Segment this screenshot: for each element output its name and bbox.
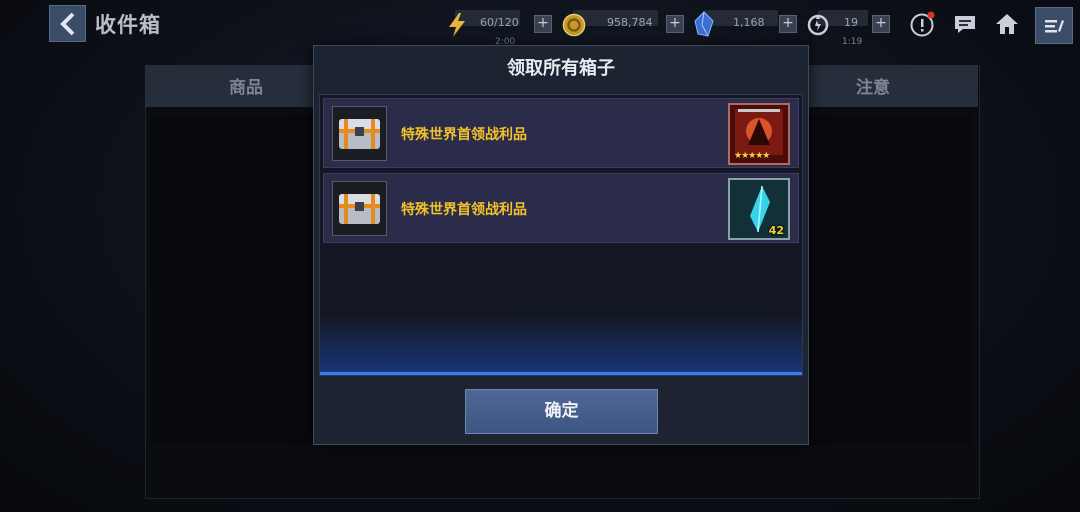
energy-timer: 1:19 [842, 37, 863, 47]
claim-all-dialog: 领取所有箱子 特殊世界首领战利品 ★★★★★ 特殊世界首领战利品 42 确定 [313, 45, 809, 445]
add-gold-button[interactable]: + [666, 15, 684, 33]
column-header-items: 商品 [229, 78, 263, 98]
gold-value: 958,784 [607, 16, 653, 29]
alert-button[interactable] [909, 11, 935, 37]
dialog-title: 领取所有箱子 [507, 58, 615, 79]
confirm-button[interactable]: 确定 [465, 389, 658, 434]
reward-list[interactable]: 特殊世界首领战利品 ★★★★★ 特殊世界首领战利品 42 [319, 94, 803, 376]
add-stamina-button[interactable]: + [534, 15, 552, 33]
home-button[interactable] [994, 11, 1020, 37]
loot-chest-icon [339, 119, 380, 149]
item-name: 特殊世界首领战利品 [401, 202, 527, 218]
crystal-icon [694, 11, 714, 37]
menu-list-icon [1045, 19, 1064, 32]
page-title: 收件箱 [95, 13, 161, 37]
item-icon-frame [332, 181, 387, 236]
reward-slot[interactable]: 42 [728, 178, 790, 240]
item-name: 特殊世界首领战利品 [401, 127, 527, 143]
chat-icon [955, 16, 975, 33]
crystal-value: 1,168 [733, 16, 765, 29]
list-glow [320, 315, 802, 375]
top-bar: 收件箱 60/120 2:00 + 958,784 + 1,168 + 19 1… [0, 0, 1080, 48]
list-divider [320, 372, 802, 375]
loot-chest-icon [339, 194, 380, 224]
back-button[interactable] [49, 5, 86, 42]
list-item[interactable]: 特殊世界首领战利品 ★★★★★ [323, 98, 799, 168]
chat-button[interactable] [952, 11, 978, 37]
column-header-notes: 注意 [856, 78, 890, 98]
energy-value: 19 [844, 16, 858, 29]
alert-icon [910, 11, 935, 37]
stamina-value: 60/120 [480, 16, 519, 29]
add-energy-button[interactable]: + [872, 15, 890, 33]
chevron-left-icon [59, 12, 74, 35]
reward-slot[interactable]: ★★★★★ [728, 103, 790, 165]
lightning-icon [449, 13, 465, 37]
add-crystal-button[interactable]: + [779, 15, 797, 33]
reward-count: 42 [768, 224, 784, 237]
energy-icon [807, 14, 829, 36]
home-icon [996, 14, 1018, 34]
dialog-footer: 确定 [314, 378, 808, 444]
gold-coin-icon [562, 13, 586, 37]
item-icon-frame [332, 106, 387, 161]
star-rating: ★★★★★ [734, 151, 770, 161]
list-item[interactable]: 特殊世界首领战利品 42 [323, 173, 799, 243]
menu-button[interactable] [1035, 7, 1073, 44]
